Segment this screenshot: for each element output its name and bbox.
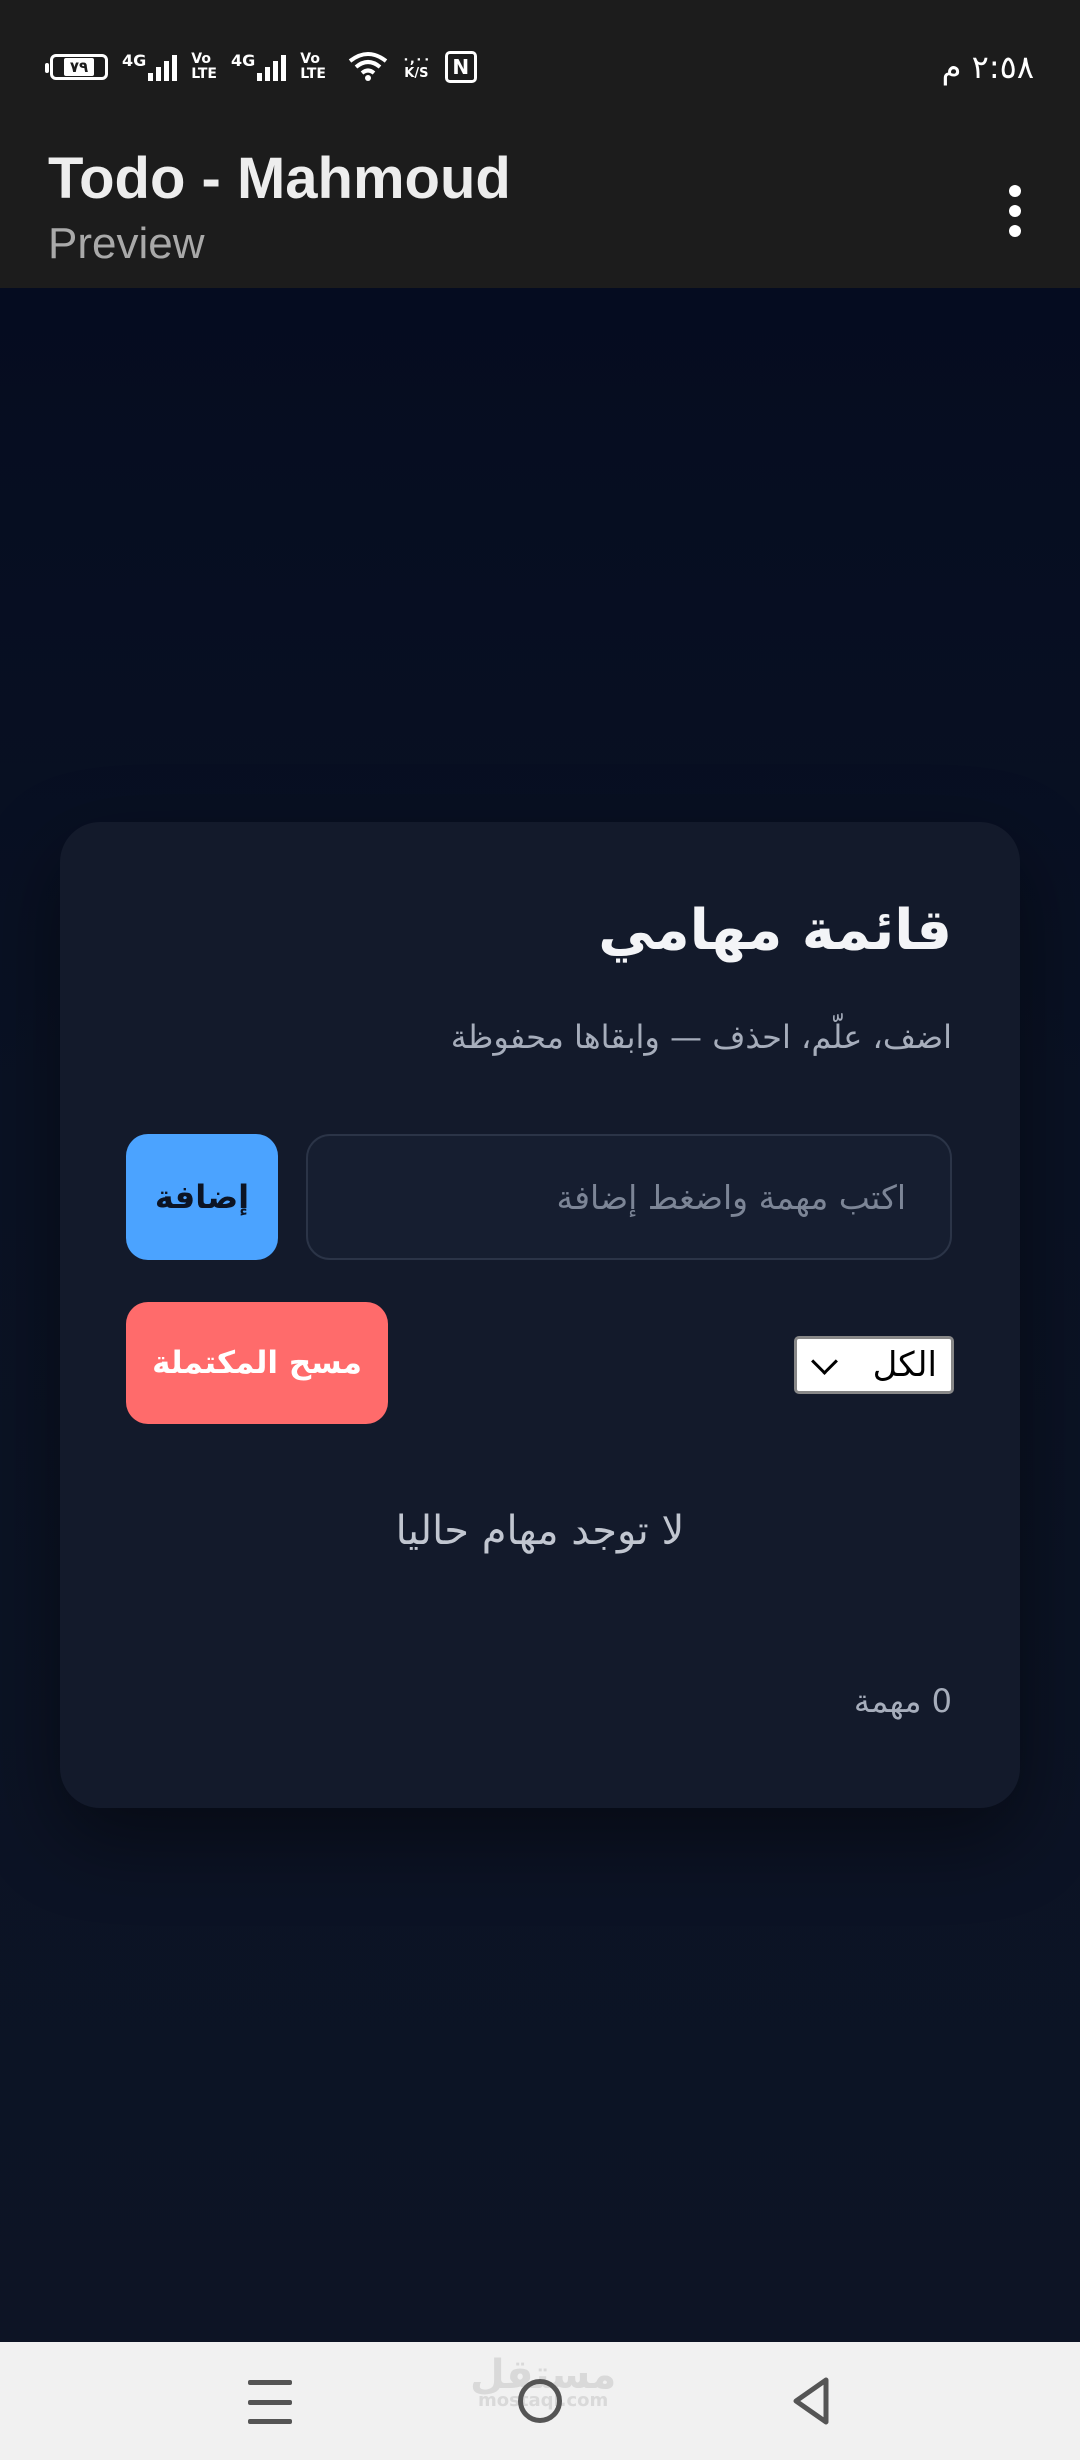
status-icons: ٧٩ 4G Vo LTE 4G Vo LTE ٠,٠٠ K/S N [45, 44, 477, 90]
signal-icon: 4G [230, 51, 287, 81]
navigation-bar: مستقل mostaql.com [0, 2342, 1080, 2460]
app-title: Todo - Mahmoud [48, 146, 511, 211]
filter-selected-value: الكل [872, 1345, 937, 1385]
task-count: 0 مهمة [853, 1682, 952, 1720]
battery-level: ٧٩ [63, 58, 95, 76]
task-input[interactable] [306, 1134, 952, 1260]
network-type-label: 4G [122, 51, 147, 70]
clock: ٢:٥٨ م [941, 48, 1034, 86]
nfc-icon: N [444, 51, 477, 83]
empty-state-message: لا توجد مهام حاليا [395, 1508, 685, 1554]
network-type-label: 4G [230, 51, 256, 70]
page-title: قائمة مهامي [598, 898, 952, 963]
back-icon[interactable] [790, 2376, 832, 2426]
page-subtitle: اضف، علّم، احذف — وابقاها محفوظة [450, 1018, 952, 1056]
filter-select[interactable]: الكل [794, 1336, 954, 1394]
recents-icon[interactable] [248, 2380, 292, 2424]
app-subtitle: Preview [48, 219, 205, 268]
clear-completed-button[interactable]: مسح المكتملة [126, 1302, 388, 1424]
network-speed: ٠,٠٠ K/S [401, 52, 431, 81]
todo-card: قائمة مهامي اضف، علّم، احذف — وابقاها مح… [60, 822, 1020, 1808]
status-bar: ٧٩ 4G Vo LTE 4G Vo LTE ٠,٠٠ K/S N ٢:٥٨ م [0, 0, 1080, 135]
add-task-button[interactable]: إضافة [126, 1134, 278, 1260]
wifi-icon [348, 52, 388, 81]
volte-label: Vo LTE [191, 51, 217, 82]
volte-label: Vo LTE [300, 51, 326, 82]
page-content: قائمة مهامي اضف، علّم، احذف — وابقاها مح… [0, 288, 1080, 2342]
chevron-down-icon [811, 1347, 838, 1375]
more-vert-icon[interactable] [980, 171, 1050, 251]
home-icon[interactable] [518, 2379, 562, 2423]
app-bar: Todo - Mahmoud Preview [0, 135, 1080, 288]
signal-icon: 4G [122, 51, 178, 81]
battery-icon: ٧٩ [45, 54, 108, 80]
